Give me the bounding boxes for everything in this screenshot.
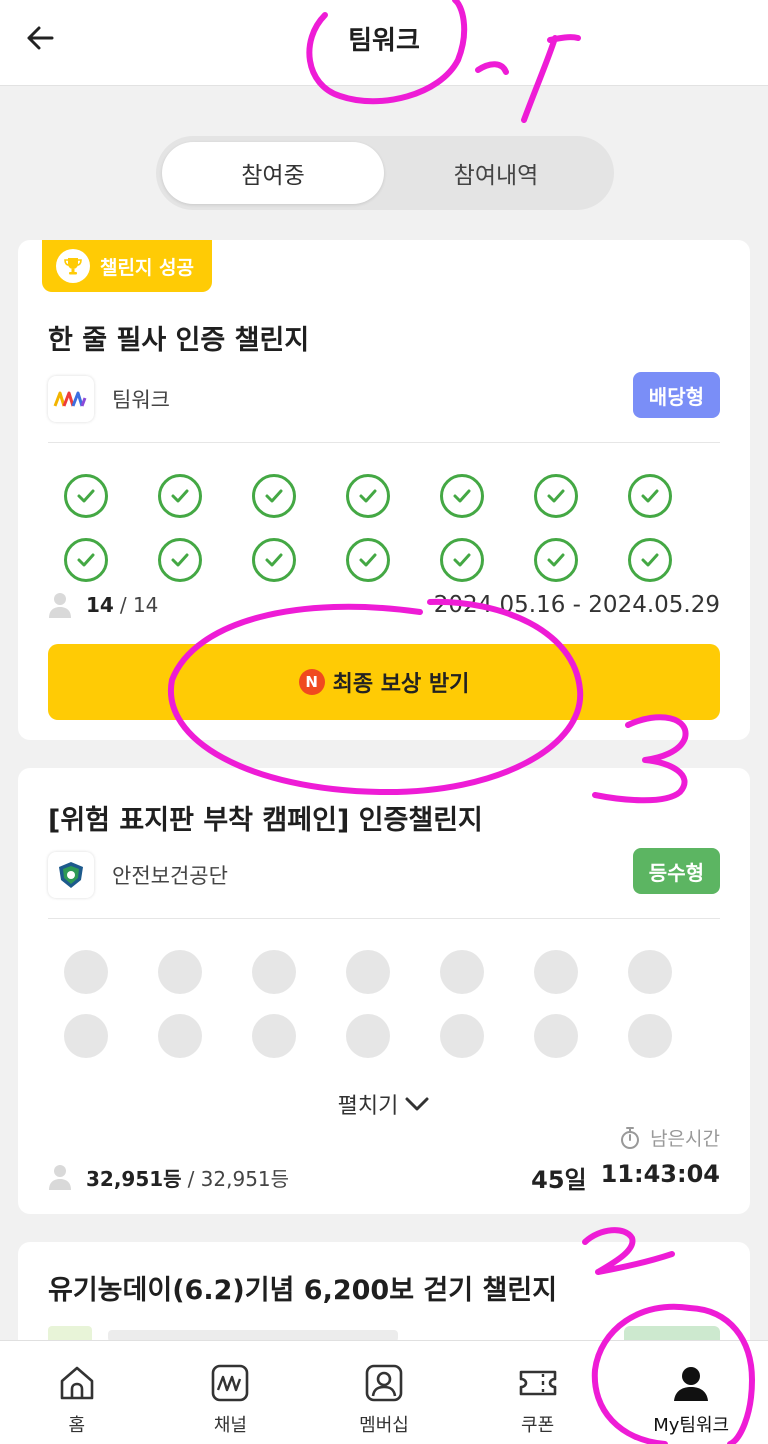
reward-label: 최종 보상 받기 (332, 672, 470, 697)
challenge-title: [위험 표지판 부착 캠페인] 인증챌린지 (48, 805, 483, 836)
day-check-icon (534, 538, 578, 582)
day-empty-circle (440, 950, 484, 994)
day-check-icon (252, 538, 296, 582)
person-icon (49, 593, 71, 618)
kosha-logo-icon (48, 852, 94, 898)
expand-label: 펼치기 (337, 1094, 399, 1119)
days-remaining: 45일 (531, 1166, 587, 1194)
success-badge: 챌린지 성공 (42, 240, 213, 292)
day-empty-circle (252, 950, 296, 994)
chevron-down-icon (405, 1097, 429, 1111)
date-range: 2024.05.16 - 2024.05.29 (433, 592, 720, 618)
org-row: 팀워크 배당형 (48, 372, 720, 426)
day-empty-circle (346, 950, 390, 994)
day-check-icon (252, 474, 296, 518)
day-check-icon (628, 538, 672, 582)
nav-membership[interactable]: 멤버십 (307, 1341, 461, 1444)
day-empty-circle (534, 1014, 578, 1058)
day-check-icon (158, 538, 202, 582)
bottom-navigation: 홈 채널 멤버십 쿠폰 My팀워크 (0, 1340, 768, 1444)
time-remaining: 45일 11:43:04 (531, 1160, 720, 1195)
n-badge-icon: N (298, 669, 325, 695)
tab-switcher: 참여중 참여내역 (156, 136, 614, 210)
participant-row: 14 / 14 2024.05.16 - 2024.05.29 (48, 588, 720, 622)
day-empty-circle (628, 1014, 672, 1058)
day-empty-circle (534, 950, 578, 994)
day-check-icon (158, 474, 202, 518)
nav-home[interactable]: 홈 (0, 1341, 154, 1444)
nav-label: 홈 (68, 1415, 86, 1436)
divider (48, 918, 720, 919)
day-check-icon (64, 538, 108, 582)
my-teamwork-icon (669, 1361, 713, 1405)
stopwatch-icon (621, 1126, 640, 1149)
nav-label: 쿠폰 (521, 1415, 555, 1436)
nav-label: 멤버십 (359, 1415, 409, 1436)
nav-label: 채널 (213, 1415, 247, 1436)
progress-grid (64, 950, 696, 1058)
day-empty-circle (158, 950, 202, 994)
divider (48, 442, 720, 443)
challenge-title: 한 줄 필사 인증 챌린지 (48, 325, 310, 356)
day-check-icon (440, 538, 484, 582)
success-label: 챌린지 성공 (100, 256, 195, 279)
check-grid (64, 474, 696, 582)
nav-label: My팀워크 (653, 1415, 730, 1436)
day-check-icon (64, 474, 108, 518)
tab-history[interactable]: 참여내역 (384, 142, 608, 204)
coupon-icon (516, 1361, 560, 1405)
nav-my-teamwork[interactable]: My팀워크 (614, 1341, 768, 1444)
clock-remaining: 11:43:04 (600, 1160, 720, 1188)
day-empty-circle (346, 1014, 390, 1058)
type-badge: 배당형 (632, 372, 720, 418)
person-icon (49, 1165, 71, 1190)
remaining-time-label-row: 남은시간 (618, 1124, 720, 1151)
expand-button[interactable]: 펼치기 (18, 1088, 750, 1120)
day-empty-circle (158, 1014, 202, 1058)
day-check-icon (346, 538, 390, 582)
channel-icon (208, 1361, 252, 1405)
day-check-icon (628, 474, 672, 518)
rank-value: 32,951등 (86, 1166, 182, 1191)
membership-icon (362, 1361, 406, 1405)
day-empty-circle (628, 950, 672, 994)
rank-total: / 32,951등 (187, 1166, 290, 1191)
org-name: 안전보건공단 (112, 864, 228, 888)
org-name: 팀워크 (112, 388, 170, 412)
nav-channel[interactable]: 채널 (154, 1341, 308, 1444)
challenge-card[interactable]: 챌린지 성공 한 줄 필사 인증 챌린지 팀워크 배당형 14 / 14 202… (18, 240, 750, 740)
day-check-icon (534, 474, 578, 518)
org-row: 안전보건공단 등수형 (48, 848, 720, 902)
page-title: 팀워크 (348, 26, 420, 56)
day-empty-circle (64, 1014, 108, 1058)
day-empty-circle (64, 950, 108, 994)
tab-participating[interactable]: 참여중 (162, 142, 384, 204)
trophy-icon (56, 249, 90, 283)
final-reward-button[interactable]: N 최종 보상 받기 (48, 644, 720, 720)
challenge-title: 유기농데이(6.2)기념 6,200보 걷기 챌린지 (48, 1275, 558, 1306)
teamwork-logo-icon (48, 376, 94, 422)
home-icon (55, 1361, 99, 1405)
type-badge: 등수형 (632, 848, 720, 894)
remaining-time-label: 남은시간 (650, 1128, 720, 1150)
app-header: 팀워크 (0, 0, 768, 86)
day-check-icon (346, 474, 390, 518)
participant-count: 14 (86, 593, 114, 617)
nav-coupon[interactable]: 쿠폰 (461, 1341, 615, 1444)
day-empty-circle (252, 1014, 296, 1058)
participant-total: / 14 (119, 593, 159, 617)
challenge-card[interactable]: [위험 표지판 부착 캠페인] 인증챌린지 안전보건공단 등수형 펼치기 남은시… (18, 768, 750, 1214)
day-empty-circle (440, 1014, 484, 1058)
day-check-icon (440, 474, 484, 518)
